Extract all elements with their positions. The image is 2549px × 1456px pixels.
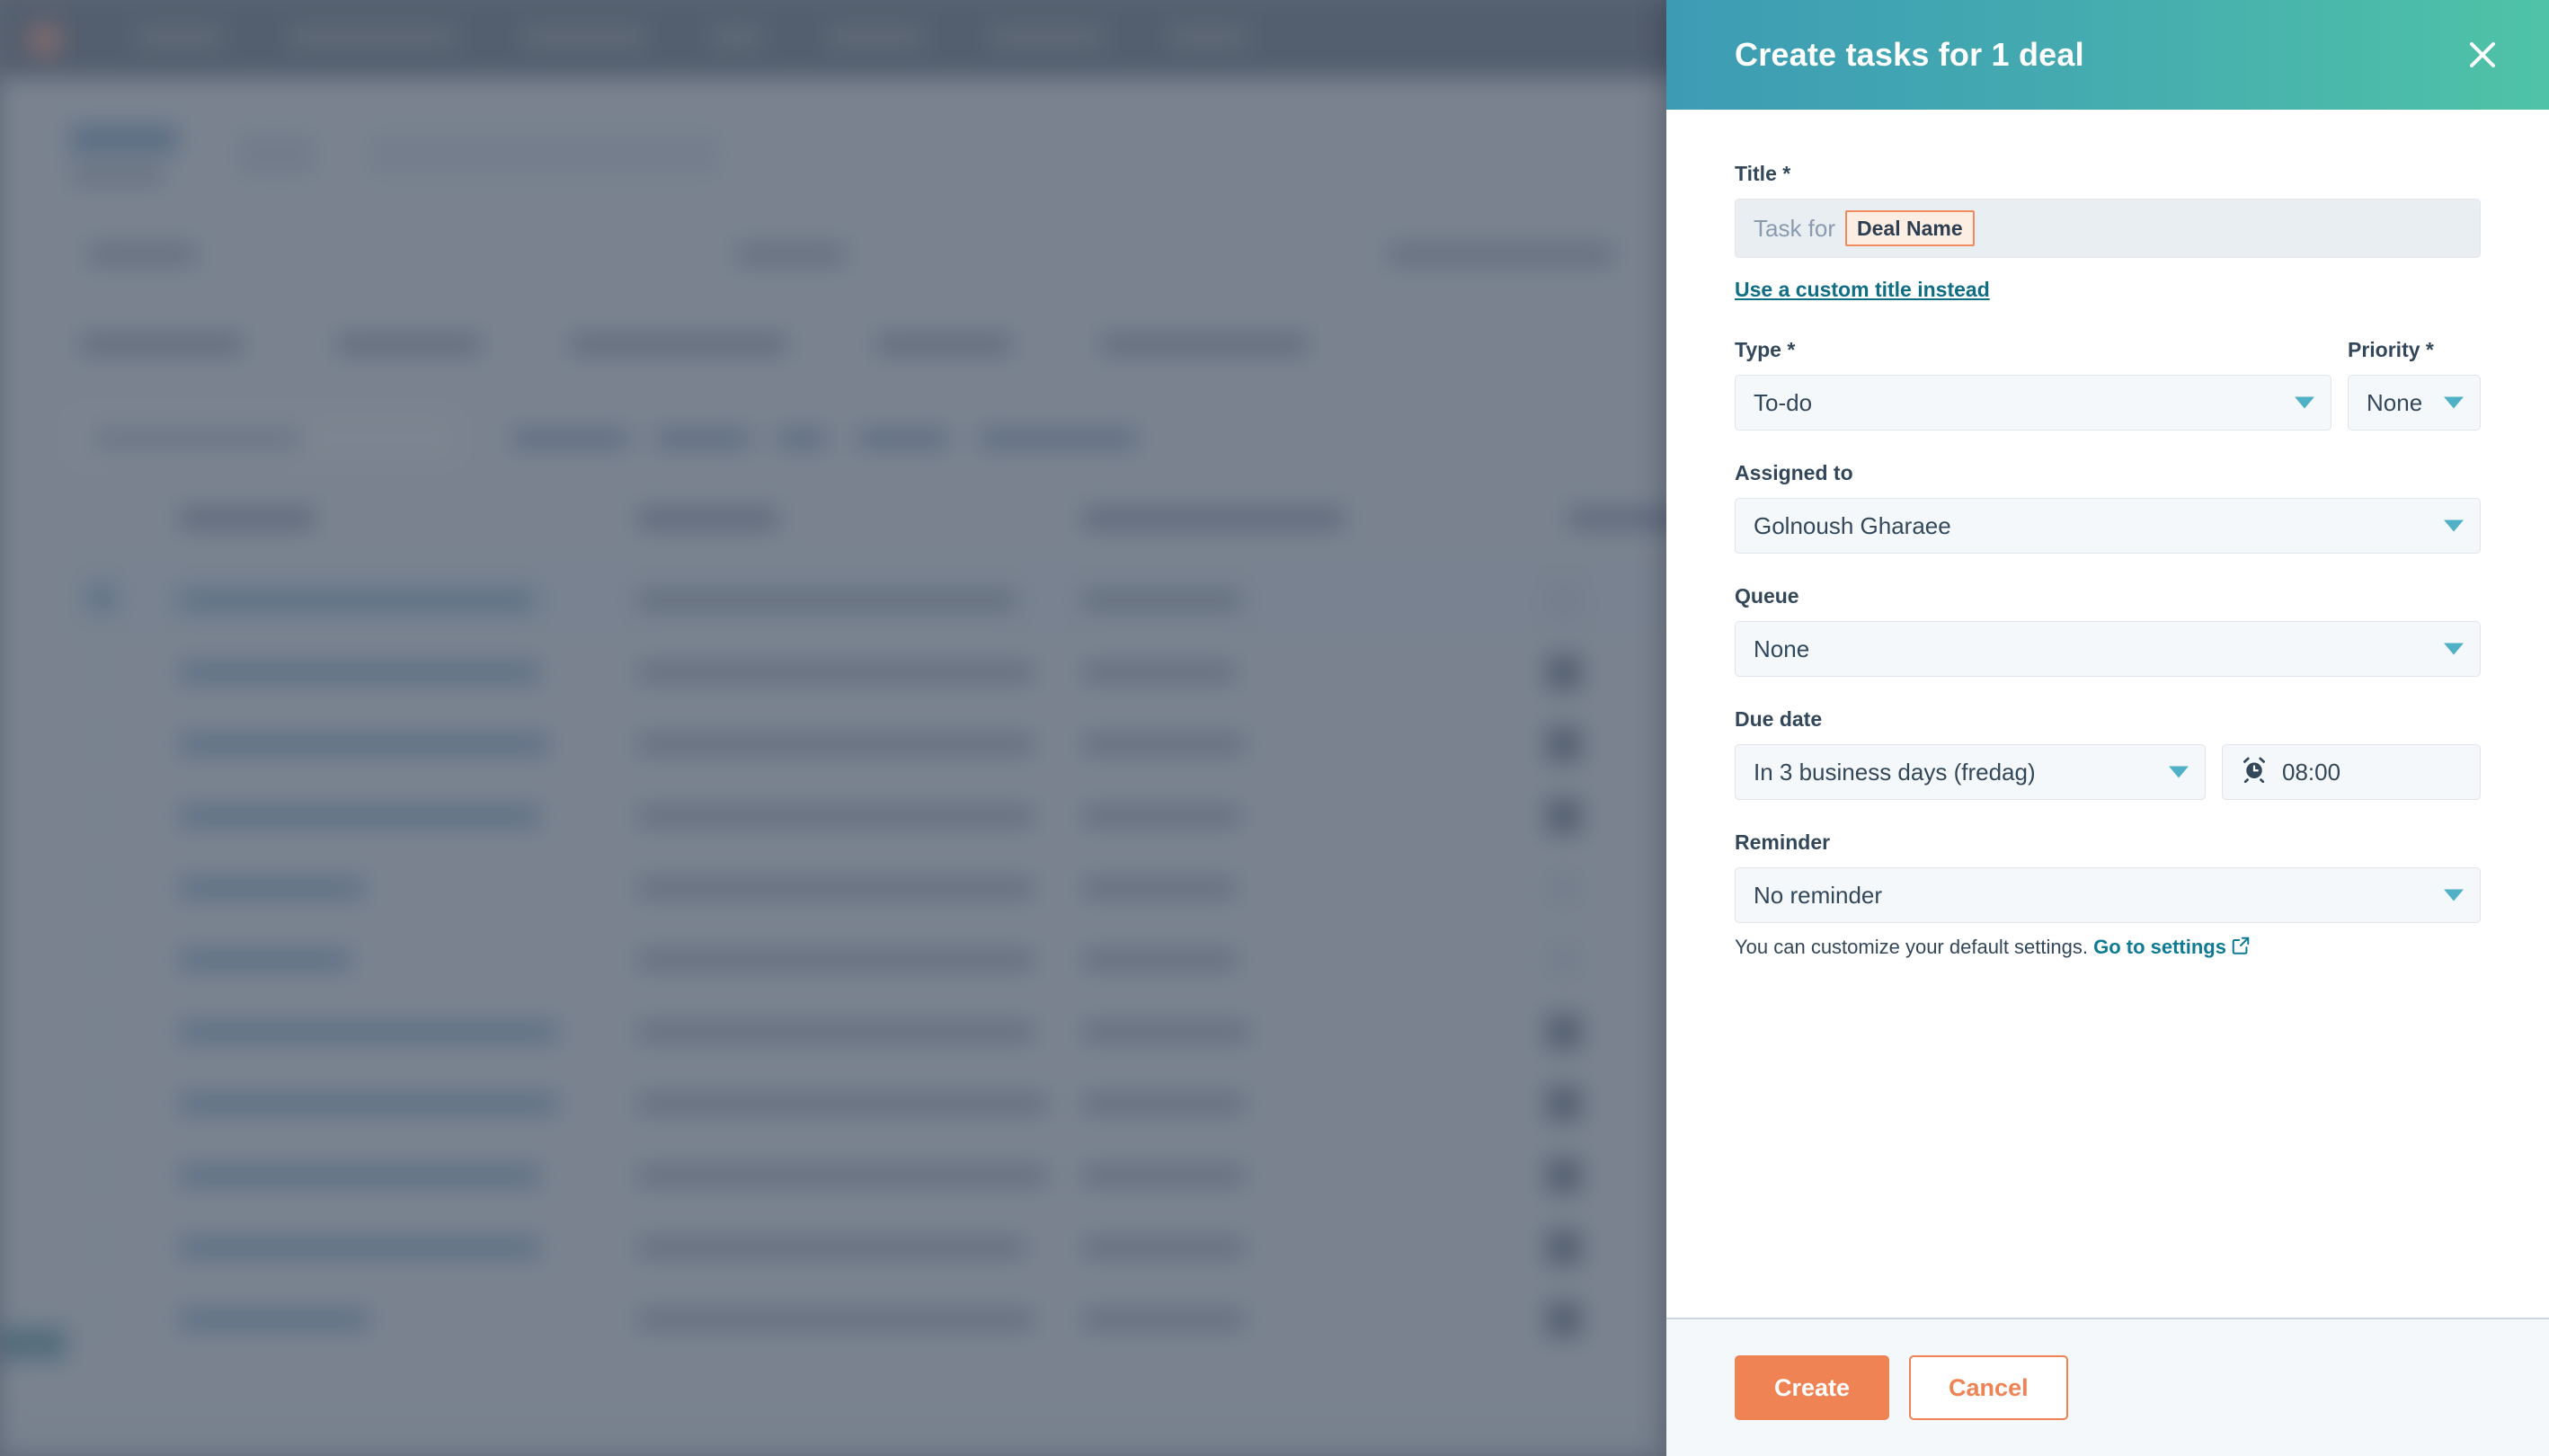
- chevron-down-icon: [2444, 889, 2464, 901]
- due-time-value: 08:00: [2282, 758, 2341, 786]
- default-settings-helper: You can customize your default settings.…: [1735, 936, 2481, 961]
- assigned-to-field-group: Assigned to Golnoush Gharaee: [1735, 461, 2481, 554]
- chevron-down-icon: [2169, 766, 2189, 778]
- reminder-label: Reminder: [1735, 830, 1831, 854]
- reminder-field-group: Reminder No reminder You can customize y…: [1735, 830, 2481, 961]
- title-prefix-text: Task for: [1754, 214, 1836, 242]
- title-input[interactable]: Task for Deal Name: [1735, 199, 2481, 258]
- external-link-icon: [2231, 936, 2251, 961]
- chevron-down-icon: [2444, 643, 2464, 655]
- due-date-select[interactable]: In 3 business days (fredag): [1735, 744, 2206, 800]
- modal-title: Create tasks for 1 deal: [1735, 36, 2084, 73]
- deal-name-token[interactable]: Deal Name: [1845, 209, 1975, 247]
- title-label: Title *: [1735, 162, 1791, 185]
- type-select[interactable]: To-do: [1735, 375, 2331, 431]
- assigned-to-value: Golnoush Gharaee: [1754, 511, 1951, 539]
- type-priority-row: Type * To-do Priority * None: [1735, 338, 2481, 431]
- title-field-group: Title * Task for Deal Name Use a custom …: [1735, 162, 2481, 302]
- type-field-group: Type * To-do: [1735, 338, 2331, 431]
- chevron-down-icon: [2444, 519, 2464, 532]
- use-custom-title-link[interactable]: Use a custom title instead: [1735, 278, 1990, 302]
- chevron-down-icon: [2295, 396, 2314, 409]
- assigned-to-select[interactable]: Golnoush Gharaee: [1735, 498, 2481, 554]
- assigned-to-label: Assigned to: [1735, 461, 1853, 484]
- due-date-label: Due date: [1735, 707, 1823, 731]
- priority-value: None: [2367, 388, 2423, 416]
- helper-static-text: You can customize your default settings.: [1735, 936, 2094, 958]
- type-label: Type *: [1735, 338, 1796, 361]
- reminder-value: No reminder: [1754, 881, 1883, 909]
- modal-body: Title * Task for Deal Name Use a custom …: [1666, 110, 2549, 1318]
- queue-select[interactable]: None: [1735, 621, 2481, 677]
- priority-field-group: Priority * None: [2348, 338, 2481, 431]
- go-to-settings-link[interactable]: Go to settings: [2093, 936, 2226, 958]
- close-icon[interactable]: [2463, 35, 2502, 75]
- queue-field-group: Queue None: [1735, 584, 2481, 677]
- priority-select[interactable]: None: [2348, 375, 2481, 431]
- due-date-field-group: Due date In 3 business days (fredag) 08:…: [1735, 707, 2481, 800]
- due-date-value: In 3 business days (fredag): [1754, 758, 2036, 786]
- queue-label: Queue: [1735, 584, 1799, 608]
- due-date-row: In 3 business days (fredag) 08:00: [1735, 744, 2481, 800]
- chevron-down-icon: [2444, 396, 2464, 409]
- queue-value: None: [1754, 635, 1810, 662]
- priority-label: Priority *: [2348, 338, 2434, 361]
- reminder-select[interactable]: No reminder: [1735, 867, 2481, 923]
- type-value: To-do: [1754, 388, 1813, 416]
- alarm-clock-icon: [2241, 756, 2268, 789]
- screen: Create tasks for 1 deal Title * Task for…: [0, 0, 2549, 1456]
- due-time-input[interactable]: 08:00: [2222, 744, 2481, 800]
- modal-header: Create tasks for 1 deal: [1666, 0, 2549, 110]
- create-tasks-modal: Create tasks for 1 deal Title * Task for…: [1666, 0, 2549, 1456]
- create-button[interactable]: Create: [1735, 1355, 1890, 1420]
- cancel-button[interactable]: Cancel: [1909, 1355, 2068, 1420]
- modal-footer: Create Cancel: [1666, 1318, 2549, 1456]
